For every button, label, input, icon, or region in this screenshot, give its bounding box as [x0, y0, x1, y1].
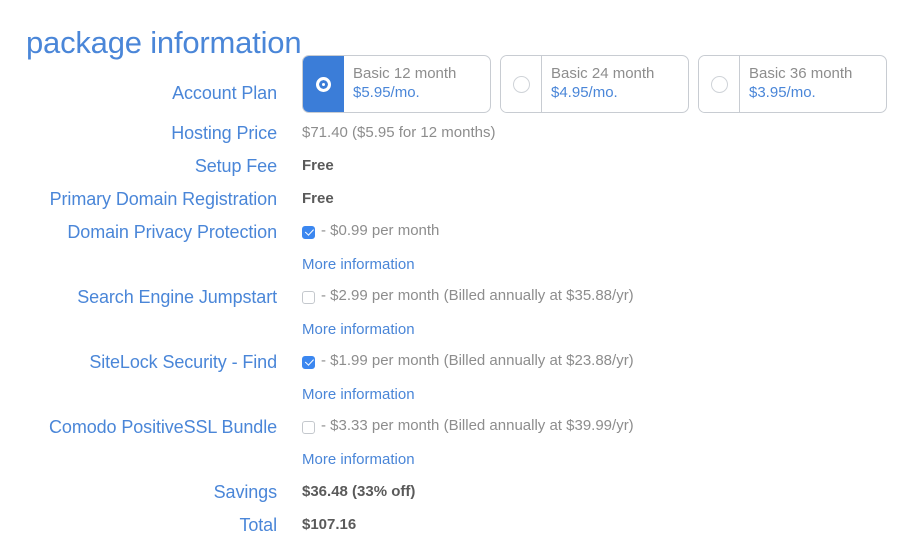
account-plan-options: Basic 12 month $5.95/mo. Basic 24 month … [277, 55, 900, 113]
value-search-engine-jumpstart: - $2.99 per month (Billed annually at $3… [277, 286, 900, 306]
label-search-engine-jumpstart: Search Engine Jumpstart [0, 286, 277, 307]
value-domain-privacy-protection: - $0.99 per month [277, 221, 900, 241]
radio-dot-icon [513, 76, 530, 93]
value-sitelock-more-info: More information [277, 384, 900, 405]
label-account-plan: Account Plan [0, 55, 277, 103]
value-hosting-price: $71.40 ($5.95 for 12 months) [277, 122, 900, 143]
label-primary-domain-registration: Primary Domain Registration [0, 188, 277, 209]
value-domain-privacy-more-info: More information [277, 254, 900, 275]
value-setup-fee: Free [277, 155, 900, 176]
row-hosting-price: Hosting Price $71.40 ($5.95 for 12 month… [0, 122, 900, 155]
plan-name: Basic 36 month [749, 64, 886, 83]
radio-dot-icon [711, 76, 728, 93]
value-sitelock-security: - $1.99 per month (Billed annually at $2… [277, 351, 900, 371]
row-setup-fee: Setup Fee Free [0, 155, 900, 188]
row-domain-privacy-protection: Domain Privacy Protection - $0.99 per mo… [0, 221, 900, 254]
row-search-engine-jumpstart: Search Engine Jumpstart - $2.99 per mont… [0, 286, 900, 319]
search-engine-price-text: - $2.99 per month (Billed annually at $3… [321, 286, 634, 306]
more-information-link-search-engine[interactable]: More information [302, 321, 415, 338]
sitelock-price-text: - $1.99 per month (Billed annually at $2… [321, 351, 634, 371]
plan-option-group: Basic 12 month $5.95/mo. Basic 24 month … [302, 55, 900, 113]
row-comodo-positivessl-bundle: Comodo PositiveSSL Bundle - $3.33 per mo… [0, 416, 900, 449]
radio-basic-24-month[interactable] [501, 56, 542, 112]
comodo-ssl-price-text: - $3.33 per month (Billed annually at $3… [321, 416, 634, 436]
value-search-engine-more-info: More information [277, 319, 900, 340]
checkbox-sitelock-security[interactable] [302, 356, 315, 369]
row-savings: Savings $36.48 (33% off) [0, 481, 900, 514]
radio-basic-12-month[interactable] [303, 56, 344, 112]
label-setup-fee: Setup Fee [0, 155, 277, 176]
label-savings: Savings [0, 481, 277, 502]
checkbox-domain-privacy-protection[interactable] [302, 226, 315, 239]
row-primary-domain-registration: Primary Domain Registration Free [0, 188, 900, 221]
domain-privacy-price-text: - $0.99 per month [321, 221, 439, 241]
plan-option-basic-36-month[interactable]: Basic 36 month $3.95/mo. [698, 55, 887, 113]
label-comodo-positivessl-bundle: Comodo PositiveSSL Bundle [0, 416, 277, 437]
plan-name: Basic 12 month [353, 64, 490, 83]
total-text: $107.16 [302, 516, 356, 533]
plan-text-basic-24-month: Basic 24 month $4.95/mo. [542, 56, 688, 112]
label-total: Total [0, 514, 277, 535]
value-comodo-ssl-more-info: More information [277, 449, 900, 470]
more-information-link-domain-privacy[interactable]: More information [302, 256, 415, 273]
plan-option-basic-24-month[interactable]: Basic 24 month $4.95/mo. [500, 55, 689, 113]
radio-basic-36-month[interactable] [699, 56, 740, 112]
row-account-plan: Account Plan Basic 12 month $5.95/mo. [0, 55, 900, 122]
more-information-link-sitelock[interactable]: More information [302, 386, 415, 403]
label-domain-privacy-protection: Domain Privacy Protection [0, 221, 277, 242]
plan-text-basic-36-month: Basic 36 month $3.95/mo. [740, 56, 886, 112]
plan-name: Basic 24 month [551, 64, 688, 83]
label-sitelock-security: SiteLock Security - Find [0, 351, 277, 372]
row-sitelock-security: SiteLock Security - Find - $1.99 per mon… [0, 351, 900, 384]
row-sitelock-more-info: More information [0, 384, 900, 416]
more-information-link-comodo-ssl[interactable]: More information [302, 451, 415, 468]
radio-dot-icon [316, 77, 331, 92]
row-search-engine-more-info: More information [0, 319, 900, 351]
plan-price: $3.95/mo. [749, 83, 886, 102]
row-total: Total $107.16 [0, 514, 900, 547]
primary-domain-text: Free [302, 190, 334, 207]
value-comodo-positivessl-bundle: - $3.33 per month (Billed annually at $3… [277, 416, 900, 436]
value-primary-domain-registration: Free [277, 188, 900, 209]
hosting-price-text: $71.40 ($5.95 for 12 months) [302, 124, 495, 141]
plan-price: $5.95/mo. [353, 83, 490, 102]
plan-text-basic-12-month: Basic 12 month $5.95/mo. [344, 56, 490, 112]
value-total: $107.16 [277, 514, 900, 535]
label-hosting-price: Hosting Price [0, 122, 277, 143]
plan-option-basic-12-month[interactable]: Basic 12 month $5.95/mo. [302, 55, 491, 113]
checkbox-search-engine-jumpstart[interactable] [302, 291, 315, 304]
checkbox-comodo-positivessl-bundle[interactable] [302, 421, 315, 434]
setup-fee-text: Free [302, 157, 334, 174]
plan-price: $4.95/mo. [551, 83, 688, 102]
package-information-form: Account Plan Basic 12 month $5.95/mo. [0, 55, 900, 547]
row-comodo-ssl-more-info: More information [0, 449, 900, 481]
savings-text: $36.48 (33% off) [302, 483, 415, 500]
value-savings: $36.48 (33% off) [277, 481, 900, 502]
row-domain-privacy-more-info: More information [0, 254, 900, 286]
